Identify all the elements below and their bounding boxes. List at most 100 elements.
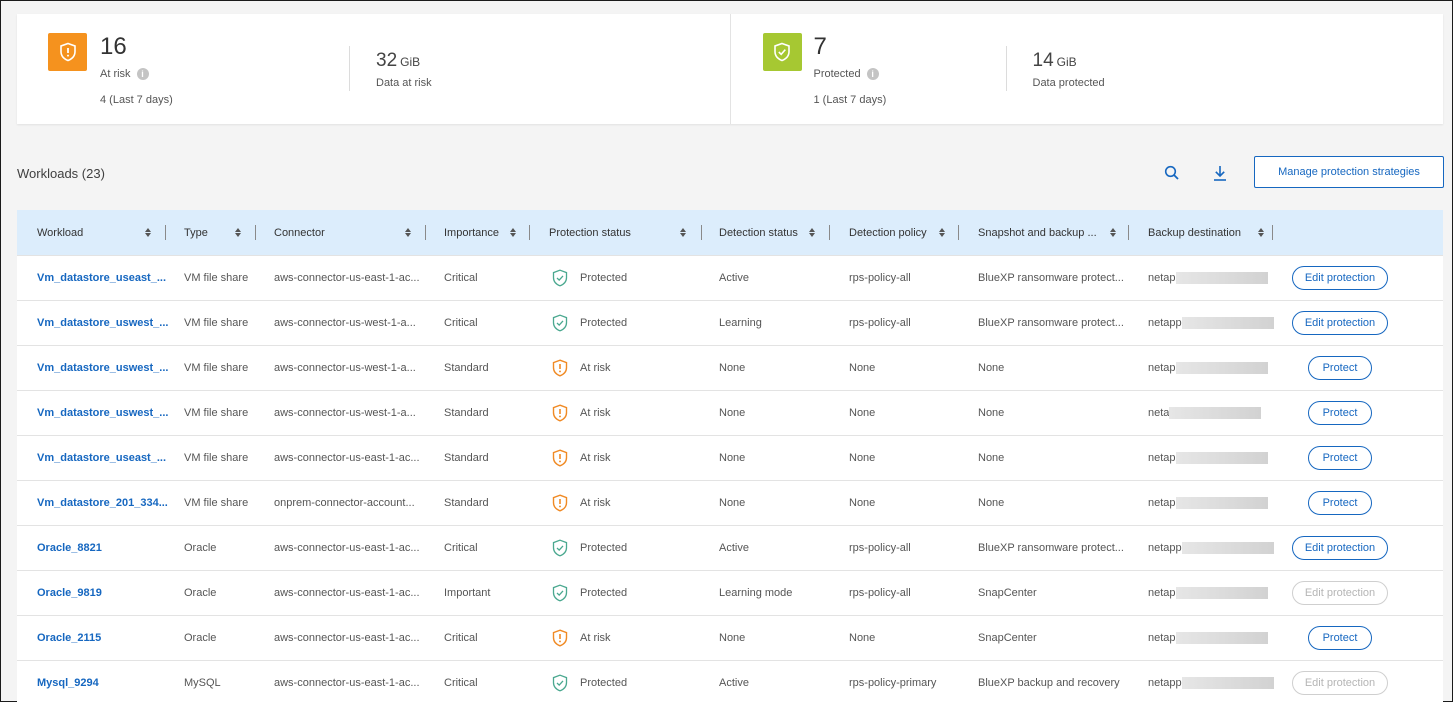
protect-button[interactable]: Protect — [1308, 491, 1372, 515]
backup-destination-text: netap — [1148, 587, 1176, 599]
backup-destination-cell: netap — [1148, 571, 1268, 615]
protection-status-text: Protected — [580, 317, 628, 329]
protection-status-cell: At risk — [552, 436, 611, 480]
detection-policy-cell: rps-policy-primary — [849, 677, 937, 689]
column-header-detection-policy[interactable]: Detection policy — [849, 210, 959, 255]
snapshot-backup-cell: BlueXP ransomware protect... — [978, 272, 1124, 284]
protect-button[interactable]: Protect — [1308, 356, 1372, 380]
divider — [349, 46, 350, 91]
detection-policy-cell: None — [849, 632, 876, 644]
protect-button[interactable]: Protect — [1308, 401, 1372, 425]
info-icon[interactable]: i — [866, 68, 879, 80]
search-button[interactable] — [1162, 163, 1182, 183]
column-header-protection-status[interactable]: Protection status — [549, 210, 702, 255]
sort-icon[interactable] — [1258, 228, 1264, 237]
column-header-snapshot-backup[interactable]: Snapshot and backup ... — [978, 210, 1129, 255]
connector-cell: aws-connector-us-east-1-ac... — [274, 272, 420, 284]
redacted-value — [1181, 317, 1274, 329]
sort-icon[interactable] — [1110, 228, 1116, 237]
column-header-type[interactable]: Type — [184, 210, 256, 255]
connector-cell: aws-connector-us-west-1-a... — [274, 362, 416, 374]
snapshot-backup-cell: BlueXP ransomware protect... — [978, 317, 1124, 329]
connector-cell: aws-connector-us-east-1-ac... — [274, 632, 420, 644]
workload-link[interactable]: Vm_datastore_uswest_... — [37, 301, 168, 345]
table-row: Vm_datastore_uswest_... VM file share aw… — [17, 300, 1443, 345]
workload-link[interactable]: Vm_datastore_useast_... — [37, 436, 166, 480]
protected-label-row: Protected i — [814, 68, 879, 80]
backup-destination-text: netapp — [1148, 677, 1182, 689]
column-resize-handle[interactable] — [958, 225, 959, 240]
search-icon — [1164, 165, 1179, 180]
table-row: Vm_datastore_useast_... VM file share aw… — [17, 255, 1443, 300]
shield-check-icon — [552, 674, 568, 692]
workloads-table: Workload Type Connector Importance Prote… — [17, 210, 1443, 702]
sort-icon[interactable] — [939, 228, 945, 237]
shield-exclamation-icon — [552, 494, 568, 512]
connector-cell: aws-connector-us-east-1-ac... — [274, 587, 420, 599]
protection-status-text: Protected — [580, 542, 628, 554]
sort-icon[interactable] — [809, 228, 815, 237]
workload-link[interactable]: Vm_datastore_useast_... — [37, 256, 166, 300]
column-resize-handle[interactable] — [425, 225, 426, 240]
column-label: Type — [184, 226, 208, 239]
shield-check-icon — [552, 539, 568, 557]
column-header-backup-destination[interactable]: Backup destination — [1148, 210, 1273, 255]
table-row: Vm_datastore_201_334... VM file share on… — [17, 480, 1443, 525]
column-resize-handle[interactable] — [529, 225, 530, 240]
workload-link[interactable]: Oracle_9819 — [37, 571, 102, 615]
column-resize-handle[interactable] — [165, 225, 166, 240]
protect-button[interactable]: Protect — [1308, 446, 1372, 470]
column-resize-handle[interactable] — [829, 225, 830, 240]
type-cell: VM file share — [184, 317, 249, 329]
detection-status-cell: Active — [719, 542, 749, 554]
manage-protection-strategies-button[interactable]: Manage protection strategies — [1254, 156, 1444, 188]
download-button[interactable] — [1210, 163, 1230, 183]
data-protected-label: Data protected — [1032, 77, 1105, 89]
column-header-importance[interactable]: Importance — [444, 210, 530, 255]
column-header-connector[interactable]: Connector — [274, 210, 426, 255]
backup-destination-cell: netapp — [1148, 526, 1274, 570]
workload-link[interactable]: Vm_datastore_uswest_... — [37, 391, 168, 435]
sort-icon[interactable] — [145, 228, 151, 237]
download-icon — [1214, 166, 1226, 181]
workload-link[interactable]: Mysql_9294 — [37, 661, 99, 702]
edit-protection-button[interactable]: Edit protection — [1292, 311, 1388, 335]
workload-link[interactable]: Oracle_8821 — [37, 526, 102, 570]
column-label: Snapshot and backup ... — [978, 226, 1097, 239]
protect-button[interactable]: Protect — [1308, 626, 1372, 650]
detection-status-cell: None — [719, 362, 746, 374]
sort-icon[interactable] — [405, 228, 411, 237]
protection-status-text: At risk — [580, 632, 611, 644]
edit-protection-button[interactable]: Edit protection — [1292, 266, 1388, 290]
edit-protection-button[interactable]: Edit protection — [1292, 536, 1388, 560]
sort-icon[interactable] — [235, 228, 241, 237]
column-resize-handle[interactable] — [255, 225, 256, 240]
workload-link[interactable]: Vm_datastore_201_334... — [37, 481, 168, 525]
shield-exclamation-icon — [552, 359, 568, 377]
column-header-workload[interactable]: Workload — [37, 210, 166, 255]
redacted-value — [1175, 632, 1268, 644]
column-resize-handle[interactable] — [1128, 225, 1129, 240]
workload-link[interactable]: Oracle_2115 — [37, 616, 101, 660]
column-header-detection-status[interactable]: Detection status — [719, 210, 830, 255]
protected-count: 7 — [813, 33, 827, 60]
connector-cell: aws-connector-us-east-1-ac... — [274, 677, 420, 689]
sort-icon[interactable] — [680, 228, 686, 237]
column-resize-handle[interactable] — [701, 225, 702, 240]
redacted-value — [1175, 452, 1268, 464]
info-icon[interactable]: i — [136, 68, 149, 80]
sort-icon[interactable] — [510, 228, 516, 237]
detection-status-cell: Learning mode — [719, 587, 793, 599]
divider — [1005, 46, 1007, 91]
data-protected-value: 14 GiB — [1033, 50, 1077, 72]
type-cell: Oracle — [184, 632, 217, 644]
snapshot-backup-cell: None — [978, 362, 1005, 374]
column-resize-handle[interactable] — [1272, 225, 1273, 240]
at-risk-card: 16 At risk i 4 (Last 7 days) 32 GiB Data … — [17, 14, 730, 124]
backup-destination-text: netap — [1148, 452, 1176, 464]
workload-link[interactable]: Vm_datastore_uswest_... — [37, 346, 168, 390]
table-row: Vm_datastore_useast_... VM file share aw… — [17, 435, 1443, 480]
protection-status-cell: Protected — [552, 256, 627, 300]
connector-cell: aws-connector-us-east-1-ac... — [274, 542, 420, 554]
backup-destination-text: netap — [1148, 362, 1176, 374]
